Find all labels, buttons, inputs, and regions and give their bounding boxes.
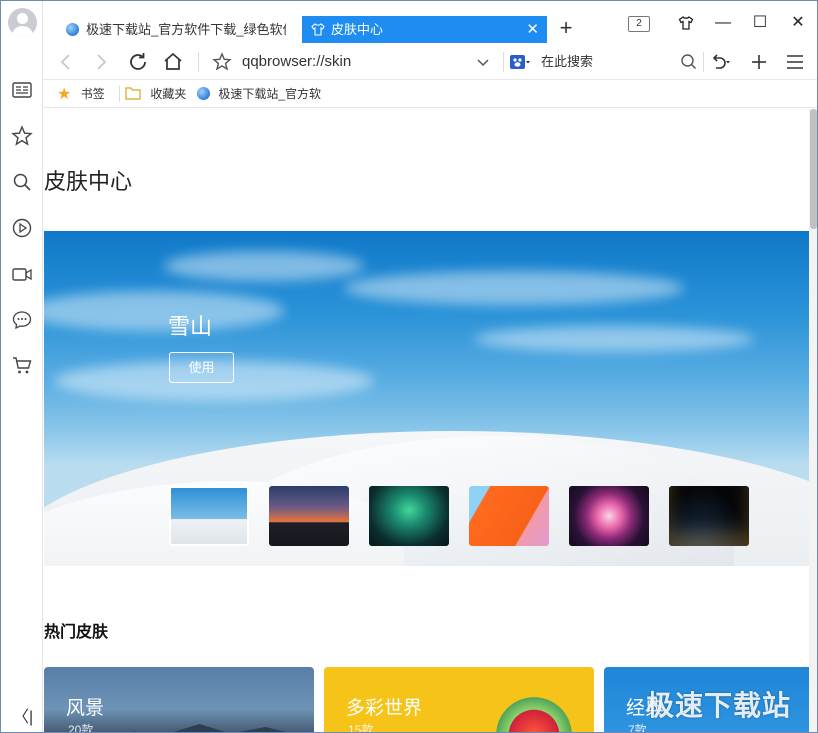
collapse-sidebar-icon[interactable]: 〈| xyxy=(13,703,33,727)
new-tab-button[interactable]: + xyxy=(555,15,577,41)
category-card-scenery[interactable]: 风景 20款 xyxy=(44,667,314,733)
favorites-folder-item[interactable]: 收藏夹 xyxy=(125,80,186,108)
section-title: 热门皮肤 xyxy=(44,624,109,641)
card-title: 风景 xyxy=(66,698,105,719)
skin-thumbnail-sunset[interactable] xyxy=(269,486,349,546)
tab-count-badge[interactable]: 2 xyxy=(628,16,650,32)
video-play-icon[interactable] xyxy=(11,217,33,239)
skin-thumbnail-flower[interactable] xyxy=(569,486,649,546)
browser-window: 〈| 极速下载站_官方软件下载_绿色软件极 皮肤中心 ✕ + 2 — ☐ ✕ xyxy=(0,0,818,733)
avatar[interactable] xyxy=(8,8,37,37)
tab-strip: 极速下载站_官方软件下载_绿色软件极 皮肤中心 ✕ + 2 — ☐ ✕ xyxy=(43,1,817,43)
bookmarks-item[interactable]: ★ 书签 xyxy=(57,80,105,108)
address-input[interactable]: qqbrowser://skin xyxy=(242,43,351,80)
shirt-icon xyxy=(311,23,325,36)
category-card-colorful-world[interactable]: 多彩世界 15款 xyxy=(324,667,594,733)
chat-icon[interactable] xyxy=(11,309,33,331)
reader-icon[interactable] xyxy=(11,79,33,101)
add-icon[interactable] xyxy=(747,50,771,74)
search-engine-icon[interactable] xyxy=(507,50,531,74)
close-window-button[interactable]: ✕ xyxy=(786,11,810,35)
navigation-bar: qqbrowser://skin 在此搜索 xyxy=(43,43,817,80)
undo-close-tab-icon[interactable] xyxy=(707,50,731,74)
back-button[interactable] xyxy=(54,50,78,74)
page-title: 皮肤中心 xyxy=(44,169,133,194)
search-submit-icon[interactable] xyxy=(677,50,701,74)
globe-icon xyxy=(66,23,79,36)
star-icon: ★ xyxy=(57,86,72,103)
skin-thumbnail-snow-mountain[interactable] xyxy=(169,486,249,546)
skin-thumbnail-aurora[interactable] xyxy=(369,486,449,546)
card-count: 7款 xyxy=(628,723,647,733)
left-sidebar: 〈| xyxy=(1,1,43,732)
vertical-scrollbar[interactable] xyxy=(809,109,817,732)
address-dropdown-chevron-icon[interactable] xyxy=(471,50,495,74)
maximize-button[interactable]: ☐ xyxy=(748,11,772,35)
minimize-button[interactable]: — xyxy=(711,11,735,35)
camera-icon[interactable] xyxy=(11,263,33,285)
bookmark-star-icon[interactable] xyxy=(210,50,234,74)
search-input[interactable]: 在此搜索 xyxy=(541,43,593,80)
bookmark-download-site[interactable]: 极速下载站_官方软 xyxy=(197,80,321,108)
refresh-button[interactable] xyxy=(126,50,150,74)
favorites-star-icon[interactable] xyxy=(11,125,33,147)
close-tab-icon[interactable]: ✕ xyxy=(526,16,539,43)
hero-title: 雪山 xyxy=(168,314,213,339)
card-count: 15款 xyxy=(348,723,374,733)
card-title: 多彩世界 xyxy=(346,698,423,719)
tab-download-site[interactable]: 极速下载站_官方软件下载_绿色软件极 xyxy=(59,16,299,43)
search-icon[interactable] xyxy=(11,171,33,193)
card-count: 20款 xyxy=(68,723,94,733)
scrollbar-thumb[interactable] xyxy=(810,109,817,229)
skin-thumbnail-orange-wall[interactable] xyxy=(469,486,549,546)
tab-label: 皮肤中心 xyxy=(331,22,384,37)
hero-banner: 雪山 使用 xyxy=(44,231,809,566)
home-button[interactable] xyxy=(161,50,185,74)
forward-button[interactable] xyxy=(89,50,113,74)
menu-icon[interactable] xyxy=(783,50,807,74)
watermark: 极速下载站 xyxy=(646,690,792,721)
skin-shirt-icon[interactable] xyxy=(674,11,698,35)
skin-center-page: 皮肤中心 雪山 使用 热门皮肤 风景 20款 多彩世界 15款 经典 7款 xyxy=(43,109,809,733)
folder-icon xyxy=(125,87,141,100)
skin-thumbnail-earth[interactable] xyxy=(669,486,749,546)
shopping-cart-icon[interactable] xyxy=(11,354,33,376)
globe-icon xyxy=(197,87,210,100)
use-skin-button[interactable]: 使用 xyxy=(169,352,234,383)
tab-skin-center[interactable]: 皮肤中心 ✕ xyxy=(302,16,547,43)
tab-label: 极速下载站_官方软件下载_绿色软件极 xyxy=(86,22,286,37)
bookmarks-bar: ★ 书签 收藏夹 极速下载站_官方软 xyxy=(43,80,817,108)
